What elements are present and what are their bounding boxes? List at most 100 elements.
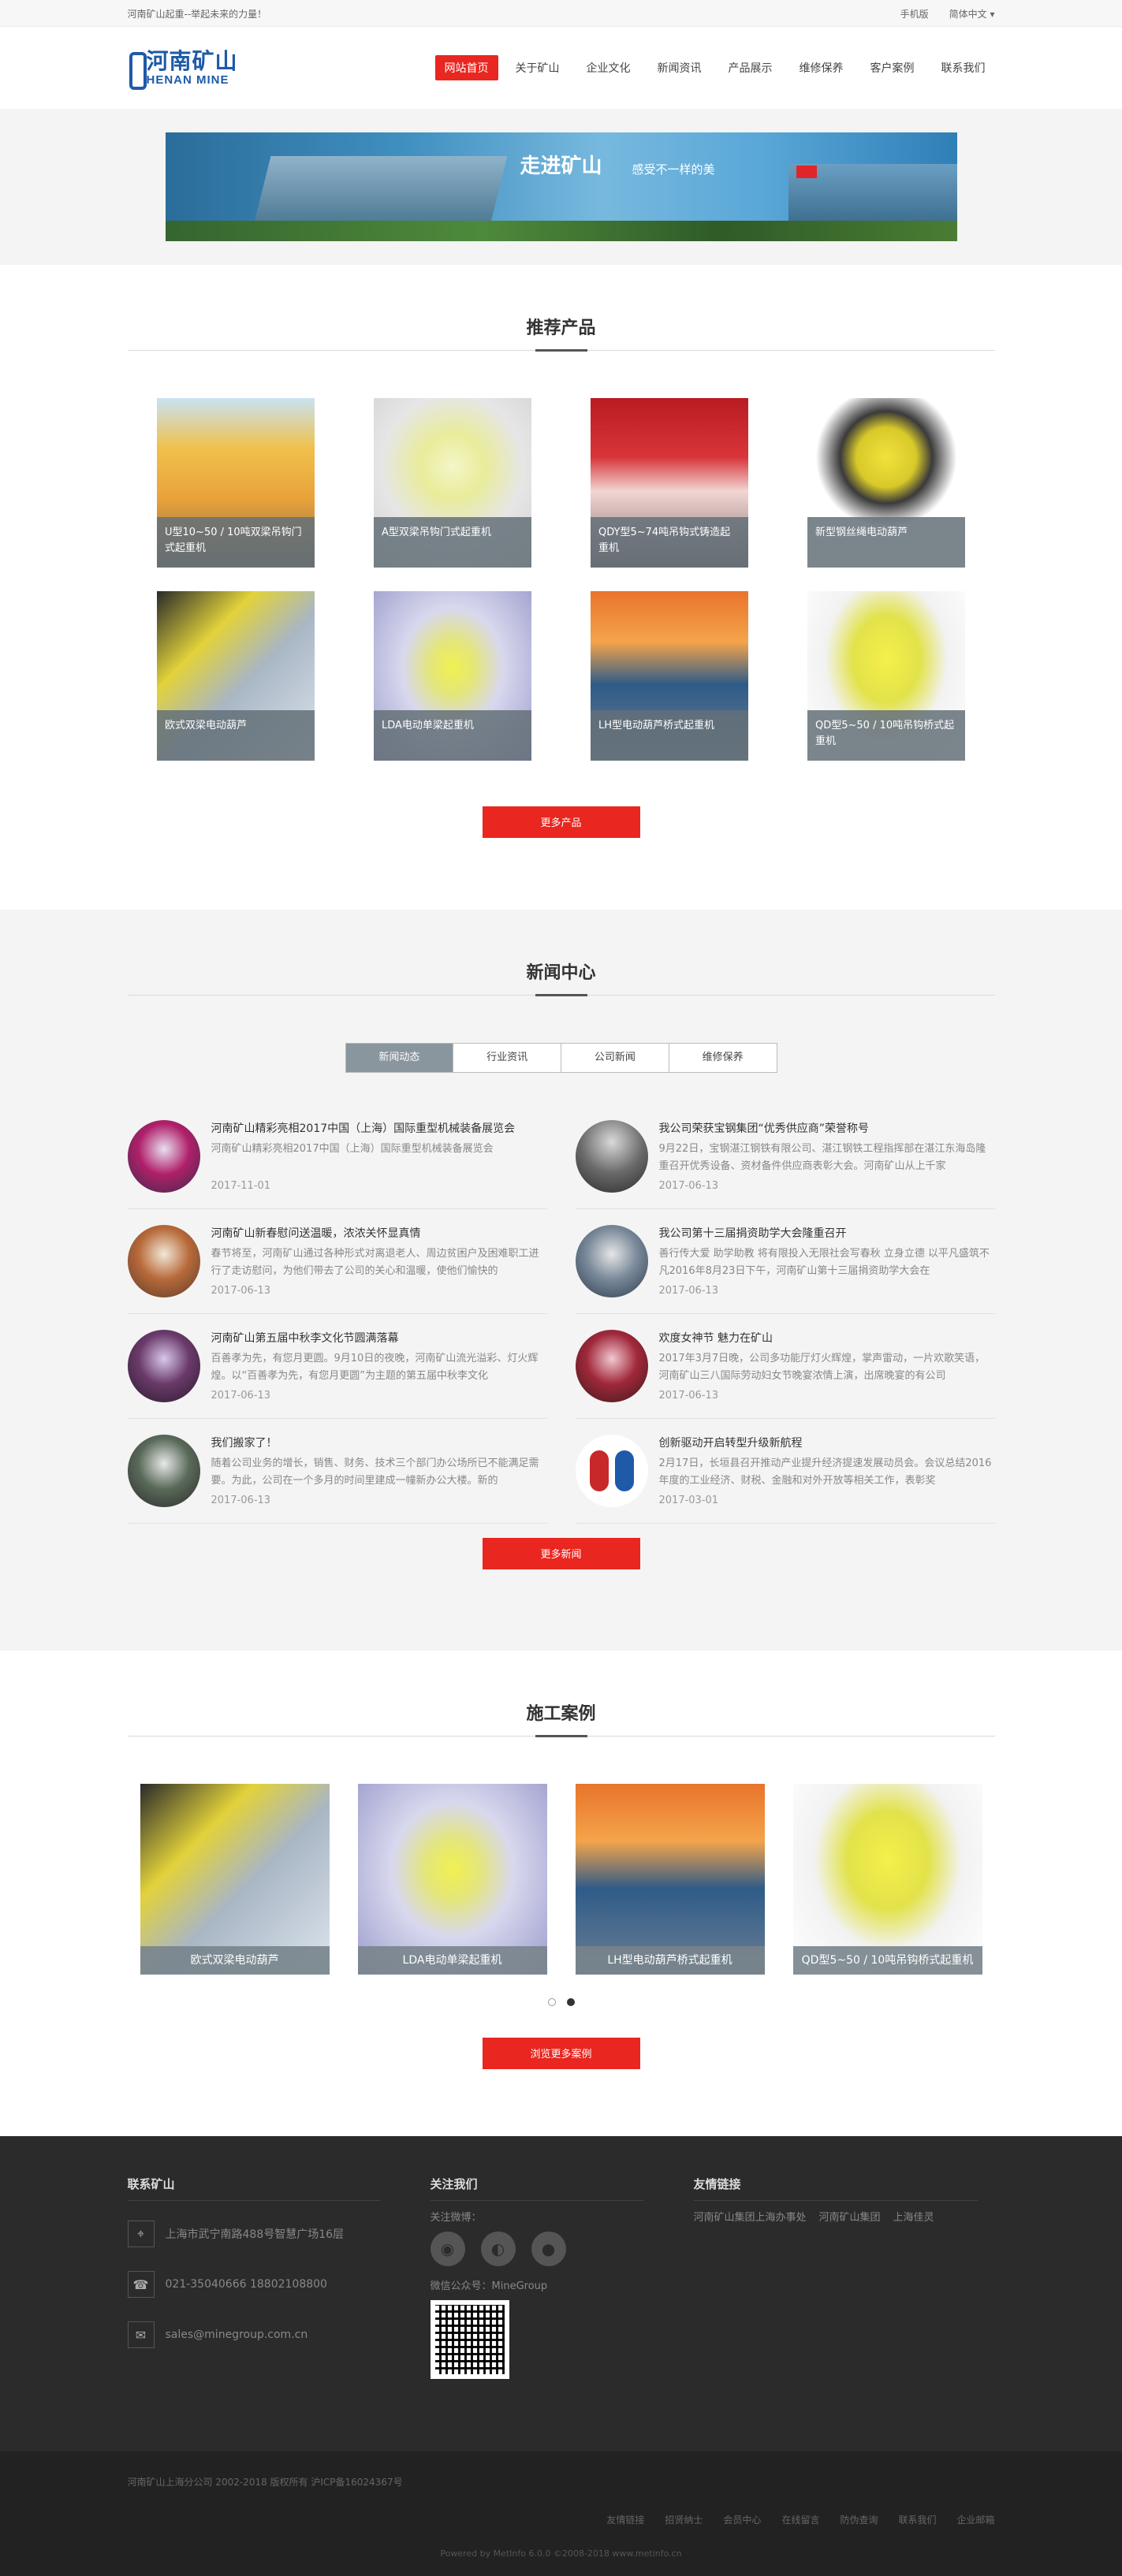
nav-news[interactable]: 新闻资讯: [648, 55, 711, 80]
case-card[interactable]: 欧式双梁电动葫芦: [140, 1784, 330, 1975]
news-section: 新闻中心 新闻动态 行业资讯 公司新闻 维修保养 河南矿山精彩亮相2017中国（…: [0, 910, 1122, 1651]
nav-culture[interactable]: 企业文化: [577, 55, 640, 80]
product-card[interactable]: QD型5~50 / 10吨吊钩桥式起重机: [807, 591, 965, 761]
bottom-link[interactable]: 友情链接: [606, 2513, 644, 2526]
news-tabs: 新闻动态 行业资讯 公司新闻 维修保养: [345, 1043, 777, 1073]
case-card[interactable]: QD型5~50 / 10吨吊钩桥式起重机: [792, 1784, 982, 1975]
bottom-link[interactable]: 在线留言: [781, 2513, 819, 2526]
news-date: 2017-06-13: [658, 1285, 719, 1297]
carousel-dot[interactable]: [547, 1998, 556, 2006]
language-select[interactable]: 简体中文 ▾: [949, 7, 995, 20]
qq-icon[interactable]: ●: [531, 2232, 566, 2266]
friend-link[interactable]: 上海佳灵: [893, 2209, 934, 2224]
product-grid: U型10~50 / 10吨双梁吊钩门式起重机 A型双梁吊钩门式起重机 QDY型5…: [128, 398, 995, 761]
news-title[interactable]: 我公司荣获宝钢集团“优秀供应商”荣誉称号: [659, 1120, 995, 1136]
case-card[interactable]: LH型电动葫芦桥式起重机: [575, 1784, 765, 1975]
nav-cases[interactable]: 客户案例: [861, 55, 924, 80]
news-item[interactable]: 河南矿山精彩亮相2017中国（上海）国际重型机械装备展览会 河南矿山精彩亮相20…: [127, 1104, 547, 1209]
logo-en: HENAN MINE: [146, 73, 229, 87]
weibo-icon[interactable]: ◉: [430, 2232, 465, 2266]
tab-maintenance[interactable]: 维修保养: [669, 1044, 777, 1072]
news-title[interactable]: 创新驱动开启转型升级新航程: [659, 1435, 995, 1450]
bottom-link[interactable]: 企业邮箱: [956, 2513, 994, 2526]
news-item[interactable]: 河南矿山新春慰问送温暖，浓浓关怀显真情 春节将至，河南矿山通过各种形式对离退老人…: [127, 1209, 547, 1314]
bottom-link[interactable]: 会员中心: [723, 2513, 761, 2526]
cases-section: 施工案例 欧式双梁电动葫芦 LDA电动单梁起重机 LH型电动葫芦桥式起重机 QD…: [0, 1651, 1122, 2136]
nav-home[interactable]: 网站首页: [434, 55, 498, 80]
map-pin-icon: ⌖: [127, 2220, 155, 2247]
tab-company[interactable]: 公司新闻: [561, 1044, 669, 1072]
nav-products[interactable]: 产品展示: [719, 55, 782, 80]
nav-contact[interactable]: 联系我们: [932, 55, 995, 80]
more-products-button[interactable]: 更多产品: [482, 806, 640, 838]
product-card[interactable]: 新型钢丝绳电动葫芦: [807, 398, 965, 568]
bottom-link[interactable]: 联系我们: [898, 2513, 936, 2526]
news-item[interactable]: 欢度女神节 魅力在矿山 2017年3月7日晚，公司多功能厅灯火辉煌，掌声雷动，一…: [575, 1314, 995, 1419]
tencent-weibo-icon[interactable]: ◐: [480, 2232, 516, 2266]
emblem-icon: [589, 1450, 609, 1491]
news-date: 2017-06-13: [211, 1495, 271, 1506]
news-thumbnail: [575, 1330, 648, 1402]
case-caption: LDA电动单梁起重机: [357, 1946, 547, 1975]
news-date: 2017-03-01: [658, 1495, 719, 1506]
phone-text: 021-35040666 18802108800: [165, 2278, 327, 2291]
product-caption: U型10~50 / 10吨双梁吊钩门式起重机: [157, 517, 315, 568]
news-date: 2017-06-13: [658, 1390, 719, 1402]
news-title[interactable]: 河南矿山新春慰问送温暖，浓浓关怀显真情: [211, 1225, 547, 1241]
friend-link[interactable]: 河南矿山集团: [819, 2209, 881, 2224]
product-card[interactable]: QDY型5~74吨吊钩式铸造起重机: [591, 398, 748, 568]
case-card[interactable]: LDA电动单梁起重机: [357, 1784, 547, 1975]
tab-news-dynamics[interactable]: 新闻动态: [345, 1044, 454, 1072]
friend-links: 河南矿山集团上海办事处 河南矿山集团 上海佳灵: [694, 2209, 978, 2224]
bottom-link[interactable]: 防伪查询: [840, 2513, 878, 2526]
bottom-links: 友情链接 招贤纳士 会员中心 在线留言 防伪查询 联系我们 企业邮箱: [606, 2513, 994, 2526]
product-card[interactable]: U型10~50 / 10吨双梁吊钩门式起重机: [157, 398, 315, 568]
main-nav: 网站首页 关于矿山 企业文化 新闻资讯 产品展示 维修保养 客户案例 联系我们: [434, 55, 995, 80]
news-item[interactable]: 我公司荣获宝钢集团“优秀供应商”荣誉称号 9月22日，宝钢湛江钢铁有限公司、湛江…: [575, 1104, 995, 1209]
title-divider: [127, 349, 995, 352]
product-card[interactable]: A型双梁吊钩门式起重机: [374, 398, 531, 568]
product-card[interactable]: LH型电动葫芦桥式起重机: [591, 591, 748, 761]
footer-contact-title: 联系矿山: [127, 2176, 380, 2201]
friend-link[interactable]: 河南矿山集团上海办事处: [694, 2209, 807, 2224]
logo[interactable]: 河南矿山 HENAN MINE: [128, 47, 262, 90]
news-item[interactable]: 河南矿山第五届中秋李文化节圆满落幕 百善孝为先，有您月更圆。9月10日的夜晚，河…: [127, 1314, 547, 1419]
banner-image[interactable]: 走进矿山 感受不一样的美: [165, 132, 957, 241]
footer-links-title: 友情链接: [693, 2176, 978, 2201]
wechat-label: 微信公众号：MineGroup: [430, 2280, 548, 2292]
footer: 联系矿山 ⌖ 上海市武宁南路488号智慧广场16层 ☎ 021-35040666…: [0, 2136, 1122, 2451]
top-bar: 河南矿山起重--举起未来的力量！ 手机版 简体中文 ▾: [0, 0, 1122, 27]
more-cases-button[interactable]: 浏览更多案例: [482, 2038, 640, 2069]
news-desc: 9月22日，宝钢湛江钢铁有限公司、湛江钢铁工程指挥部在湛江东海岛隆重召开优秀设备…: [658, 1143, 986, 1172]
news-item[interactable]: 我公司第十三届捐资助学大会隆重召开 善行传大爱 助学助教 将有限投入无限社会写春…: [575, 1209, 995, 1314]
news-title[interactable]: 河南矿山第五届中秋李文化节圆满落幕: [211, 1330, 547, 1346]
news-title[interactable]: 我们搬家了！: [211, 1435, 547, 1450]
news-thumbnail: [575, 1435, 648, 1507]
carousel-dot-active[interactable]: [566, 1998, 575, 2006]
news-desc: 百善孝为先，有您月更圆。9月10日的夜晚，河南矿山流光溢彩、灯火辉煌。以“百善孝…: [211, 1353, 539, 1382]
news-title[interactable]: 欢度女神节 魅力在矿山: [659, 1330, 995, 1346]
mobile-link[interactable]: 手机版: [900, 7, 929, 20]
logo-mark-icon: [128, 49, 147, 90]
nav-maintenance[interactable]: 维修保养: [790, 55, 853, 80]
qr-code-icon: [430, 2300, 509, 2379]
nav-about[interactable]: 关于矿山: [506, 55, 569, 80]
product-card[interactable]: LDA电动单梁起重机: [374, 591, 531, 761]
case-caption: QD型5~50 / 10吨吊钩桥式起重机: [792, 1946, 982, 1975]
news-thumbnail: [127, 1120, 200, 1193]
news-item[interactable]: 创新驱动开启转型升级新航程 2月17日，长垣县召开推动产业提升经济提速发展动员会…: [575, 1419, 995, 1524]
tab-industry[interactable]: 行业资讯: [453, 1044, 561, 1072]
news-title[interactable]: 我公司第十三届捐资助学大会隆重召开: [659, 1225, 995, 1241]
email-text[interactable]: sales@minegroup.com.cn: [166, 2328, 308, 2341]
product-caption: QDY型5~74吨吊钩式铸造起重机: [591, 517, 748, 568]
news-title[interactable]: 河南矿山精彩亮相2017中国（上海）国际重型机械装备展览会: [211, 1120, 547, 1136]
more-news-button[interactable]: 更多新闻: [482, 1538, 640, 1569]
news-desc: 2017年3月7日晚，公司多功能厅灯火辉煌，掌声雷动，一片欢歌笑语，河南矿山三八…: [658, 1353, 986, 1382]
news-item[interactable]: 我们搬家了！ 随着公司业务的增长，销售、财务、技术三个部门办公场所已不能满足需要…: [127, 1419, 547, 1524]
product-caption: LDA电动单梁起重机: [374, 710, 531, 761]
bottom-link[interactable]: 招贤纳士: [665, 2513, 703, 2526]
social-icons: ◉ ◐ ●: [430, 2232, 643, 2266]
products-section: 推荐产品 U型10~50 / 10吨双梁吊钩门式起重机 A型双梁吊钩门式起重机 …: [0, 265, 1122, 910]
product-card[interactable]: 欧式双梁电动葫芦: [157, 591, 315, 761]
footer-email[interactable]: ✉ sales@minegroup.com.cn: [127, 2310, 380, 2360]
